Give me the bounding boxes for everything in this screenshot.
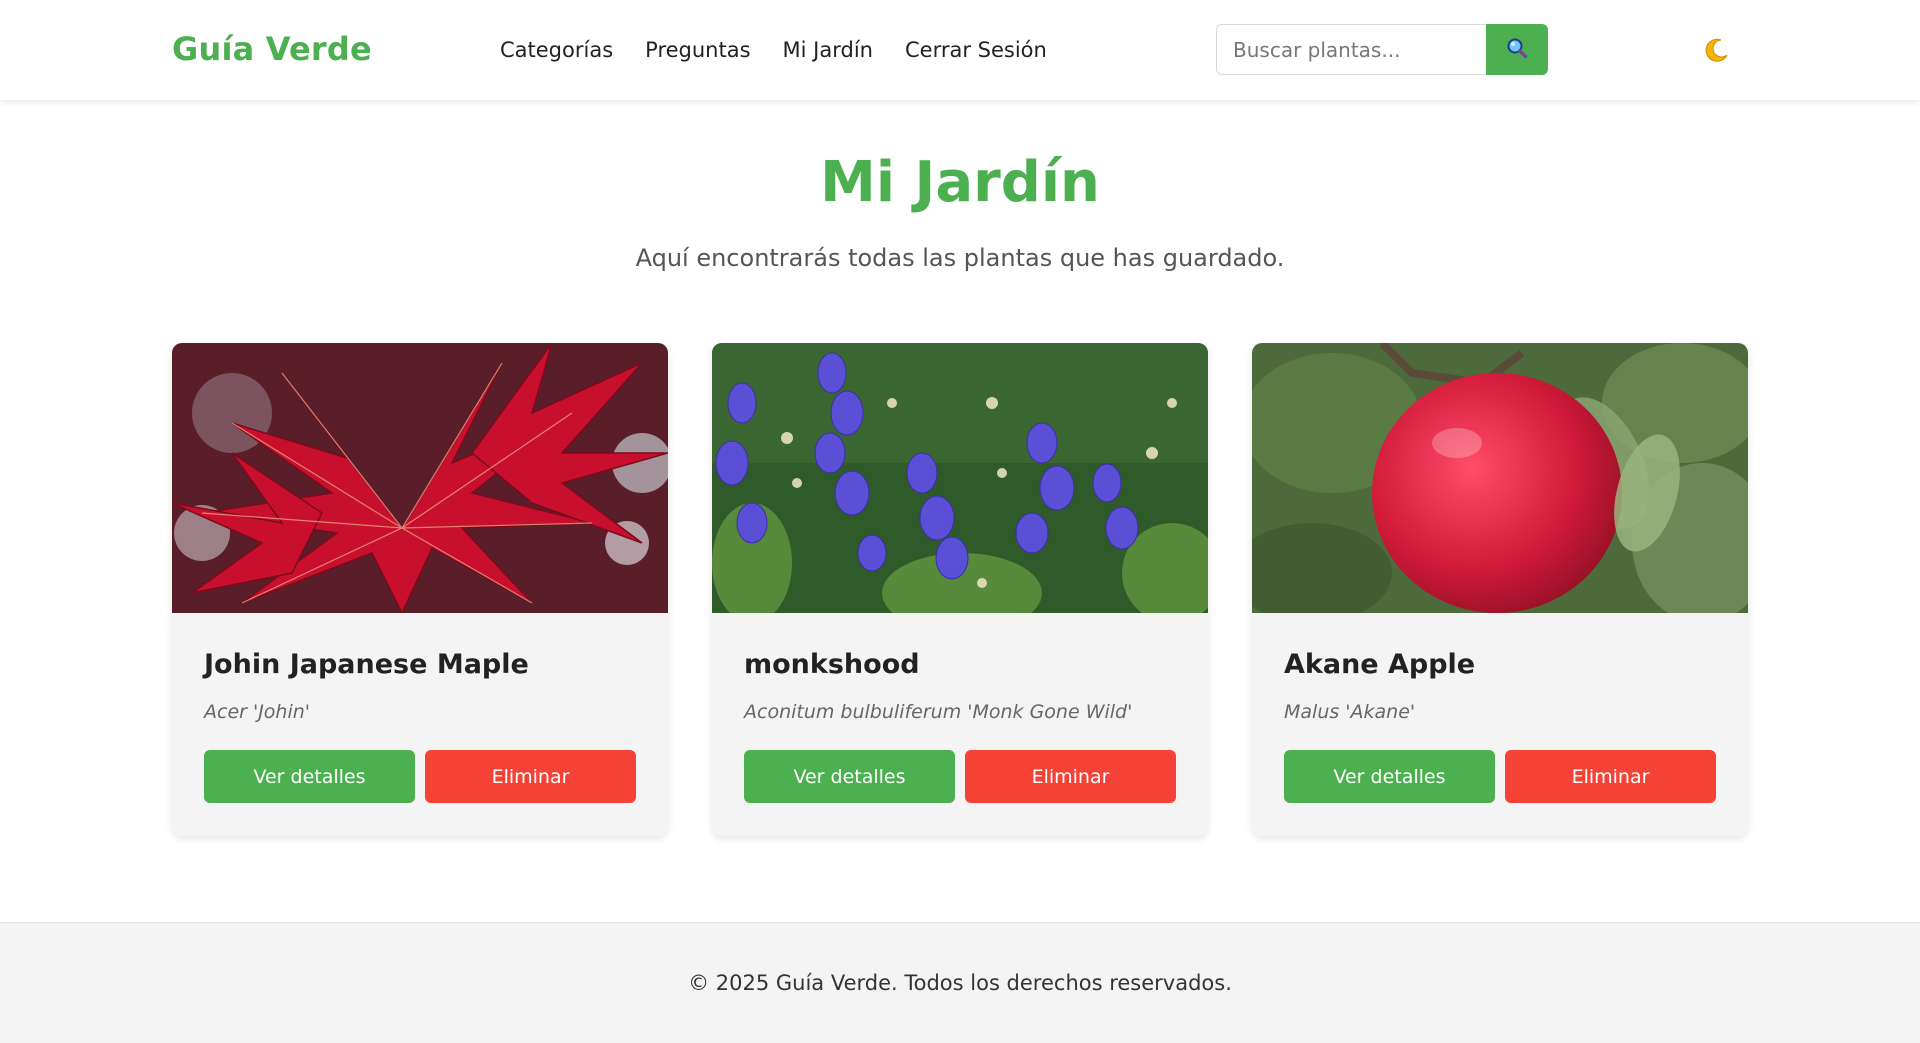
view-details-button[interactable]: Ver detalles bbox=[1284, 750, 1495, 803]
search-icon bbox=[1506, 37, 1528, 62]
plant-card-list: Johin Japanese Maple Acer 'Johin' Ver de… bbox=[172, 343, 1748, 836]
nav-link-categorias[interactable]: Categorías bbox=[500, 38, 613, 62]
plant-image-maple[interactable] bbox=[172, 343, 668, 613]
delete-button[interactable]: Eliminar bbox=[425, 750, 636, 803]
nav-link-mi-jardin[interactable]: Mi Jardín bbox=[783, 38, 873, 62]
view-details-button[interactable]: Ver detalles bbox=[744, 750, 955, 803]
site-footer: © 2025 Guía Verde. Todos los derechos re… bbox=[0, 922, 1920, 1043]
plant-card-scientific-name: Acer 'Johin' bbox=[204, 701, 311, 723]
plant-card-actions: Ver detalles Eliminar bbox=[1284, 750, 1716, 803]
plant-image-monkshood[interactable] bbox=[712, 343, 1208, 613]
plant-card-title: monkshood bbox=[744, 649, 920, 680]
main-nav: Categorías Preguntas Mi Jardín Cerrar Se… bbox=[500, 38, 1047, 62]
plant-image-apple[interactable] bbox=[1252, 343, 1748, 613]
page-subtitle: Aquí encontrarás todas las plantas que h… bbox=[635, 244, 1285, 272]
nav-link-preguntas[interactable]: Preguntas bbox=[645, 38, 750, 62]
plant-card-scientific-name: Aconitum bulbuliferum 'Monk Gone Wild' bbox=[744, 701, 1133, 723]
delete-button[interactable]: Eliminar bbox=[1505, 750, 1716, 803]
theme-toggle-button[interactable] bbox=[1700, 34, 1734, 68]
plant-card: Akane Apple Malus 'Akane' Ver detalles E… bbox=[1252, 343, 1748, 836]
page-title: Mi Jardín bbox=[820, 150, 1100, 215]
plant-card-title: Johin Japanese Maple bbox=[204, 649, 529, 680]
plant-card-actions: Ver detalles Eliminar bbox=[744, 750, 1176, 803]
view-details-button[interactable]: Ver detalles bbox=[204, 750, 415, 803]
plant-card-title: Akane Apple bbox=[1284, 649, 1476, 680]
site-logo[interactable]: Guía Verde bbox=[172, 30, 372, 68]
nav-link-cerrar-sesion[interactable]: Cerrar Sesión bbox=[905, 38, 1047, 62]
delete-button[interactable]: Eliminar bbox=[965, 750, 1176, 803]
plant-card: monkshood Aconitum bulbuliferum 'Monk Go… bbox=[712, 343, 1208, 836]
plant-card: Johin Japanese Maple Acer 'Johin' Ver de… bbox=[172, 343, 668, 836]
plant-card-scientific-name: Malus 'Akane' bbox=[1284, 701, 1416, 723]
moon-icon bbox=[1704, 37, 1730, 66]
site-header: Guía Verde Categorías Preguntas Mi Jardí… bbox=[0, 0, 1920, 100]
search-input[interactable] bbox=[1216, 24, 1486, 75]
plant-card-actions: Ver detalles Eliminar bbox=[204, 750, 636, 803]
search-button[interactable] bbox=[1486, 24, 1548, 75]
search-bar bbox=[1216, 24, 1548, 75]
footer-copyright: © 2025 Guía Verde. Todos los derechos re… bbox=[688, 971, 1232, 995]
